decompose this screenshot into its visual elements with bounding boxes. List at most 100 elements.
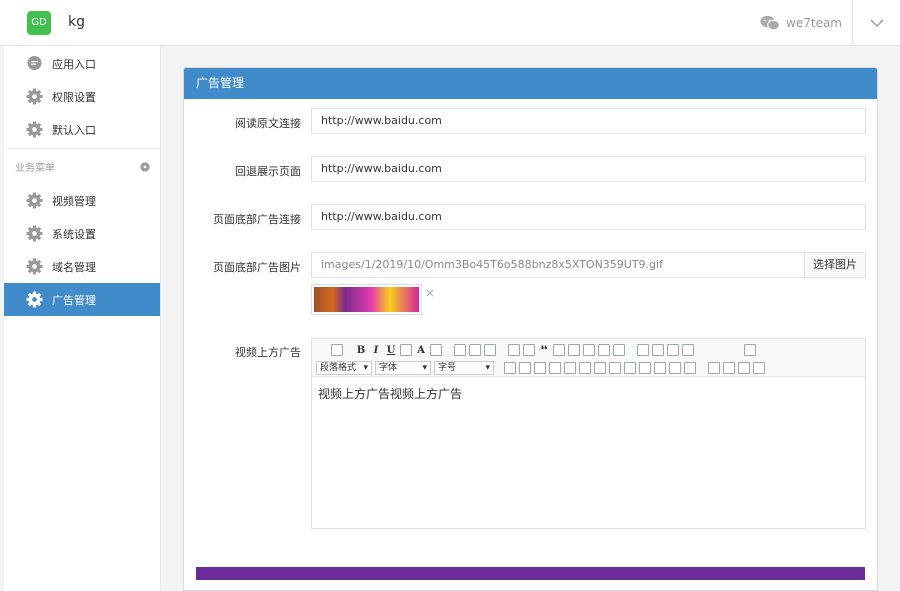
image-icon[interactable] [568,344,580,356]
panel-title: 广告管理 [184,68,877,99]
sidebar-item-permissions[interactable]: 权限设置 [4,80,160,113]
font-family-select[interactable]: 字体 ▾ [375,361,431,375]
link-icon[interactable] [598,344,610,356]
editor-content[interactable]: 视频上方广告视频上方广告 [312,377,865,410]
delete-col-icon[interactable] [594,362,606,374]
table-delete-icon[interactable] [519,362,531,374]
insert-col-icon[interactable] [579,362,591,374]
html-source-icon[interactable] [316,344,328,356]
insert-row-icon[interactable] [549,362,561,374]
sidebar: 应用入口 权限设置 默认入口 业务菜单 视频管理 系统设置 域名管理 广告管理 [4,46,161,591]
chat-bubble-icon [26,55,43,72]
ordered-list-icon[interactable] [508,344,520,356]
font-size-select[interactable]: 字号 ▾ [434,361,494,375]
wechat-icon [760,15,780,31]
ad-management-panel: 广告管理 阅读原文连接 http://www.baidu.com 回退展示页面 … [183,67,878,591]
footer-ad-link-label: 页面底部广告连接 [213,213,301,226]
rich-text-editor[interactable]: B I U A ❛❛ 段落格式 ▾ 字体 ▾ 字号 ▾ 视频上方广告视频上方广告 [311,338,866,529]
gear-icon[interactable] [140,162,150,172]
app-name[interactable]: kg [68,14,85,30]
split-cols-icon[interactable] [684,362,696,374]
gear-icon [26,225,43,242]
username: we7team [786,16,842,30]
choose-image-button[interactable]: 选择图片 [804,252,866,278]
footer-ad-image-input[interactable]: images/1/2019/10/Omm3Bo45T6o588bnz8x5XTO… [311,252,805,278]
divider [852,0,853,46]
merge-right-icon[interactable] [624,362,636,374]
sidebar-item-label: 广告管理 [52,293,96,307]
sidebar-item-video[interactable]: 视频管理 [4,184,160,217]
paragraph-format-label: 段落格式 [320,363,357,373]
video-icon[interactable] [583,344,595,356]
emoji-icon[interactable] [553,344,565,356]
sidebar-item-label: 权限设置 [52,90,96,104]
image-left-icon[interactable] [723,362,735,374]
strikethrough-icon[interactable] [400,344,412,356]
ad-banner-image [314,287,419,312]
top-bar: GD kg we7team [0,0,900,46]
sidebar-item-ads[interactable]: 广告管理 [4,283,160,316]
ad-image-thumbnail [311,284,422,315]
eraser-icon[interactable] [613,344,625,356]
sidebar-group-label: 业务菜单 [15,163,55,174]
underline-button[interactable]: U [385,345,397,356]
format-painter-icon[interactable] [682,344,694,356]
sidebar-group-header: 业务菜单 [4,148,160,184]
sidebar-item-label: 系统设置 [52,227,96,241]
dropdown-arrow-icon: ▾ [363,363,368,373]
footer-ad-link-input[interactable]: http://www.baidu.com [311,204,866,230]
paragraph-format-select[interactable]: 段落格式 ▾ [316,361,372,375]
line-height-icon[interactable] [637,344,649,356]
align-right-icon[interactable] [484,344,496,356]
bottom-color-bar [196,567,865,580]
app-logo[interactable]: GD [27,11,51,35]
sidebar-item-domain[interactable]: 域名管理 [4,250,160,283]
dropdown-arrow-icon: ▾ [422,363,427,373]
preview-icon[interactable] [753,362,765,374]
merge-cells-icon[interactable] [609,362,621,374]
user-menu[interactable]: we7team [760,15,842,31]
toolbar-row-1: B I U A ❛❛ [316,342,756,358]
sidebar-item-label: 应用入口 [52,57,96,71]
delete-row-icon[interactable] [564,362,576,374]
read-more-input[interactable]: http://www.baidu.com [311,108,866,134]
quote-button[interactable]: ❛❛ [538,345,550,356]
split-cells-icon[interactable] [654,362,666,374]
unordered-list-icon[interactable] [523,344,535,356]
insert-paragraph-icon[interactable] [534,362,546,374]
fullscreen-icon[interactable] [744,344,756,356]
gear-icon [26,258,43,275]
sidebar-item-label: 域名管理 [52,260,96,274]
font-family-label: 字体 [379,363,398,373]
gear-icon [26,192,43,209]
sidebar-item-label: 视频管理 [52,194,96,208]
zoom-icon[interactable] [331,344,343,356]
remove-image-icon[interactable]: × [425,286,435,300]
gear-icon [26,121,43,138]
video-top-ad-label: 视频上方广告 [235,346,301,359]
italic-button[interactable]: I [370,345,382,356]
row-spacing-icon[interactable] [667,344,679,356]
align-left-icon[interactable] [454,344,466,356]
fallback-label: 回退展示页面 [235,165,301,178]
split-rows-icon[interactable] [669,362,681,374]
paragraph-spacing-icon[interactable] [652,344,664,356]
read-more-label: 阅读原文连接 [235,117,301,130]
sidebar-item-system[interactable]: 系统设置 [4,217,160,250]
font-size-label: 字号 [438,363,457,373]
chevron-down-icon[interactable] [868,14,886,32]
table-insert-icon[interactable] [504,362,516,374]
print-icon[interactable] [738,362,750,374]
bold-button[interactable]: B [355,345,367,356]
align-center-icon[interactable] [469,344,481,356]
merge-down-icon[interactable] [639,362,651,374]
sidebar-item-app-entry[interactable]: 应用入口 [4,47,160,80]
gear-icon [26,291,43,308]
font-color-button[interactable]: A [415,345,427,356]
fallback-input[interactable]: http://www.baidu.com [311,156,866,182]
editor-toolbar: B I U A ❛❛ 段落格式 ▾ 字体 ▾ 字号 ▾ [312,339,865,377]
dropdown-arrow-icon: ▾ [485,363,490,373]
sidebar-item-default-entry[interactable]: 默认入口 [4,113,160,146]
highlight-color-icon[interactable] [430,344,442,356]
anchor-icon[interactable] [708,362,720,374]
